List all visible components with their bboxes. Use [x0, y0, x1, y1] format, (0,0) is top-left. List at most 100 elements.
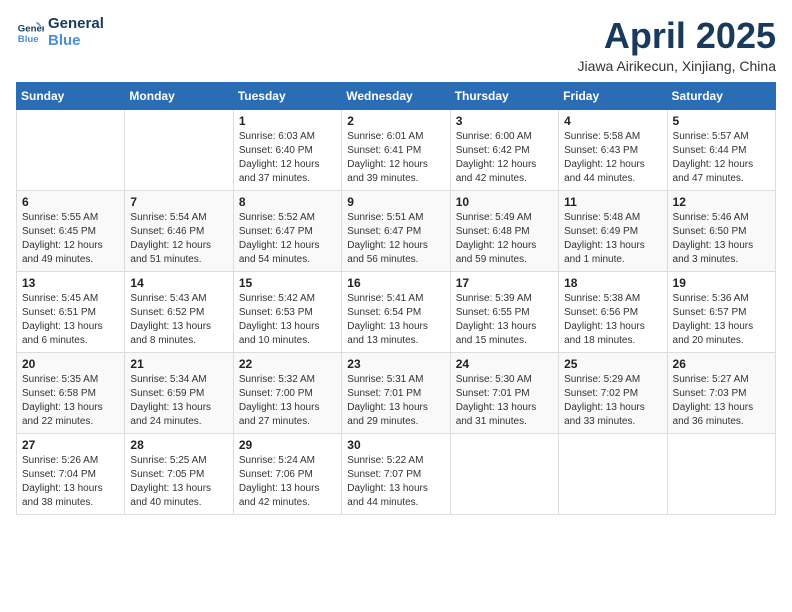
day-number: 16	[347, 276, 444, 290]
day-info: Sunrise: 5:22 AM Sunset: 7:07 PM Dayligh…	[347, 454, 444, 510]
day-info: Sunrise: 5:42 AM Sunset: 6:53 PM Dayligh…	[239, 292, 336, 348]
calendar-cell: 21 Sunrise: 5:34 AM Sunset: 6:59 PM Dayli…	[125, 352, 233, 433]
day-info: Sunrise: 5:46 AM Sunset: 6:50 PM Dayligh…	[673, 211, 770, 267]
page-header: General Blue General Blue April 2025 Jia…	[16, 16, 776, 74]
calendar-cell: 25 Sunrise: 5:29 AM Sunset: 7:02 PM Dayli…	[559, 352, 667, 433]
calendar-cell: 30 Sunrise: 5:22 AM Sunset: 7:07 PM Dayli…	[342, 433, 450, 514]
month-title: April 2025	[578, 16, 776, 56]
calendar-cell: 23 Sunrise: 5:31 AM Sunset: 7:01 PM Dayli…	[342, 352, 450, 433]
calendar-cell: 15 Sunrise: 5:42 AM Sunset: 6:53 PM Dayli…	[233, 271, 341, 352]
day-info: Sunrise: 5:36 AM Sunset: 6:57 PM Dayligh…	[673, 292, 770, 348]
day-number: 18	[564, 276, 661, 290]
calendar-cell: 20 Sunrise: 5:35 AM Sunset: 6:58 PM Dayli…	[17, 352, 125, 433]
calendar-cell: 2Sunrise: 6:01 AM Sunset: 6:41 PM Daylig…	[342, 109, 450, 190]
calendar-cell: 10 Sunrise: 5:49 AM Sunset: 6:48 PM Dayli…	[450, 190, 558, 271]
calendar-cell: 17 Sunrise: 5:39 AM Sunset: 6:55 PM Dayli…	[450, 271, 558, 352]
calendar-cell	[450, 433, 558, 514]
calendar-table: SundayMondayTuesdayWednesdayThursdayFrid…	[16, 82, 776, 515]
day-header-monday: Monday	[125, 82, 233, 109]
day-info: Sunrise: 5:29 AM Sunset: 7:02 PM Dayligh…	[564, 373, 661, 429]
day-info: Sunrise: 5:49 AM Sunset: 6:48 PM Dayligh…	[456, 211, 553, 267]
day-number: 1	[239, 114, 336, 128]
calendar-cell: 8 Sunrise: 5:52 AM Sunset: 6:47 PM Daylig…	[233, 190, 341, 271]
day-number: 9	[347, 195, 444, 209]
day-info: Sunrise: 5:52 AM Sunset: 6:47 PM Dayligh…	[239, 211, 336, 267]
day-header-sunday: Sunday	[17, 82, 125, 109]
day-number: 20	[22, 357, 119, 371]
day-info: Sunrise: 5:30 AM Sunset: 7:01 PM Dayligh…	[456, 373, 553, 429]
day-header-tuesday: Tuesday	[233, 82, 341, 109]
calendar-cell: 9 Sunrise: 5:51 AM Sunset: 6:47 PM Daylig…	[342, 190, 450, 271]
day-number: 14	[130, 276, 227, 290]
day-info: Sunrise: 5:34 AM Sunset: 6:59 PM Dayligh…	[130, 373, 227, 429]
day-info: Sunrise: 5:35 AM Sunset: 6:58 PM Dayligh…	[22, 373, 119, 429]
day-info: Sunrise: 5:51 AM Sunset: 6:47 PM Dayligh…	[347, 211, 444, 267]
calendar-cell: 26Sunrise: 5:27 AM Sunset: 7:03 PM Dayli…	[667, 352, 775, 433]
day-number: 15	[239, 276, 336, 290]
day-info: Sunrise: 5:43 AM Sunset: 6:52 PM Dayligh…	[130, 292, 227, 348]
calendar-cell	[667, 433, 775, 514]
logo-text-general: General	[48, 16, 104, 33]
calendar-cell	[559, 433, 667, 514]
day-number: 21	[130, 357, 227, 371]
day-number: 19	[673, 276, 770, 290]
location-subtitle: Jiawa Airikecun, Xinjiang, China	[578, 58, 776, 74]
day-info: Sunrise: 5:26 AM Sunset: 7:04 PM Dayligh…	[22, 454, 119, 510]
calendar-cell: 27 Sunrise: 5:26 AM Sunset: 7:04 PM Dayli…	[17, 433, 125, 514]
calendar-cell: 22 Sunrise: 5:32 AM Sunset: 7:00 PM Dayli…	[233, 352, 341, 433]
calendar-cell: 24Sunrise: 5:30 AM Sunset: 7:01 PM Dayli…	[450, 352, 558, 433]
logo-icon: General Blue	[16, 19, 44, 47]
calendar-cell: 1 Sunrise: 6:03 AM Sunset: 6:40 PM Daylig…	[233, 109, 341, 190]
logo-text-blue: Blue	[48, 33, 104, 50]
day-info: Sunrise: 5:39 AM Sunset: 6:55 PM Dayligh…	[456, 292, 553, 348]
day-info: Sunrise: 5:57 AM Sunset: 6:44 PM Dayligh…	[673, 130, 770, 186]
day-number: 23	[347, 357, 444, 371]
day-number: 8	[239, 195, 336, 209]
calendar-cell: 18 Sunrise: 5:38 AM Sunset: 6:56 PM Dayli…	[559, 271, 667, 352]
day-info: Sunrise: 6:03 AM Sunset: 6:40 PM Dayligh…	[239, 130, 336, 186]
calendar-cell: 11 Sunrise: 5:48 AM Sunset: 6:49 PM Dayli…	[559, 190, 667, 271]
day-number: 5	[673, 114, 770, 128]
calendar-cell: 19 Sunrise: 5:36 AM Sunset: 6:57 PM Dayli…	[667, 271, 775, 352]
day-info: Sunrise: 5:48 AM Sunset: 6:49 PM Dayligh…	[564, 211, 661, 267]
day-info: Sunrise: 5:55 AM Sunset: 6:45 PM Dayligh…	[22, 211, 119, 267]
day-number: 2	[347, 114, 444, 128]
calendar-cell: 4Sunrise: 5:58 AM Sunset: 6:43 PM Daylig…	[559, 109, 667, 190]
svg-text:Blue: Blue	[18, 33, 39, 44]
calendar-cell: 16 Sunrise: 5:41 AM Sunset: 6:54 PM Dayli…	[342, 271, 450, 352]
day-number: 30	[347, 438, 444, 452]
calendar-week-row: 13 Sunrise: 5:45 AM Sunset: 6:51 PM Dayli…	[17, 271, 776, 352]
day-info: Sunrise: 5:54 AM Sunset: 6:46 PM Dayligh…	[130, 211, 227, 267]
day-number: 29	[239, 438, 336, 452]
day-number: 4	[564, 114, 661, 128]
day-number: 22	[239, 357, 336, 371]
day-number: 25	[564, 357, 661, 371]
day-header-wednesday: Wednesday	[342, 82, 450, 109]
calendar-cell: 7Sunrise: 5:54 AM Sunset: 6:46 PM Daylig…	[125, 190, 233, 271]
day-number: 28	[130, 438, 227, 452]
day-info: Sunrise: 5:32 AM Sunset: 7:00 PM Dayligh…	[239, 373, 336, 429]
day-header-saturday: Saturday	[667, 82, 775, 109]
day-number: 11	[564, 195, 661, 209]
day-info: Sunrise: 5:24 AM Sunset: 7:06 PM Dayligh…	[239, 454, 336, 510]
day-info: Sunrise: 5:45 AM Sunset: 6:51 PM Dayligh…	[22, 292, 119, 348]
day-number: 13	[22, 276, 119, 290]
day-number: 3	[456, 114, 553, 128]
day-number: 17	[456, 276, 553, 290]
day-header-thursday: Thursday	[450, 82, 558, 109]
calendar-cell: 29 Sunrise: 5:24 AM Sunset: 7:06 PM Dayli…	[233, 433, 341, 514]
calendar-week-row: 27 Sunrise: 5:26 AM Sunset: 7:04 PM Dayli…	[17, 433, 776, 514]
calendar-cell: 3 Sunrise: 6:00 AM Sunset: 6:42 PM Daylig…	[450, 109, 558, 190]
day-info: Sunrise: 6:00 AM Sunset: 6:42 PM Dayligh…	[456, 130, 553, 186]
day-info: Sunrise: 5:38 AM Sunset: 6:56 PM Dayligh…	[564, 292, 661, 348]
day-info: Sunrise: 5:41 AM Sunset: 6:54 PM Dayligh…	[347, 292, 444, 348]
calendar-week-row: 1 Sunrise: 6:03 AM Sunset: 6:40 PM Daylig…	[17, 109, 776, 190]
day-info: Sunrise: 5:27 AM Sunset: 7:03 PM Dayligh…	[673, 373, 770, 429]
calendar-cell	[17, 109, 125, 190]
calendar-cell: 28Sunrise: 5:25 AM Sunset: 7:05 PM Dayli…	[125, 433, 233, 514]
day-number: 27	[22, 438, 119, 452]
title-block: April 2025 Jiawa Airikecun, Xinjiang, Ch…	[578, 16, 776, 74]
calendar-cell	[125, 109, 233, 190]
day-number: 10	[456, 195, 553, 209]
day-info: Sunrise: 5:31 AM Sunset: 7:01 PM Dayligh…	[347, 373, 444, 429]
